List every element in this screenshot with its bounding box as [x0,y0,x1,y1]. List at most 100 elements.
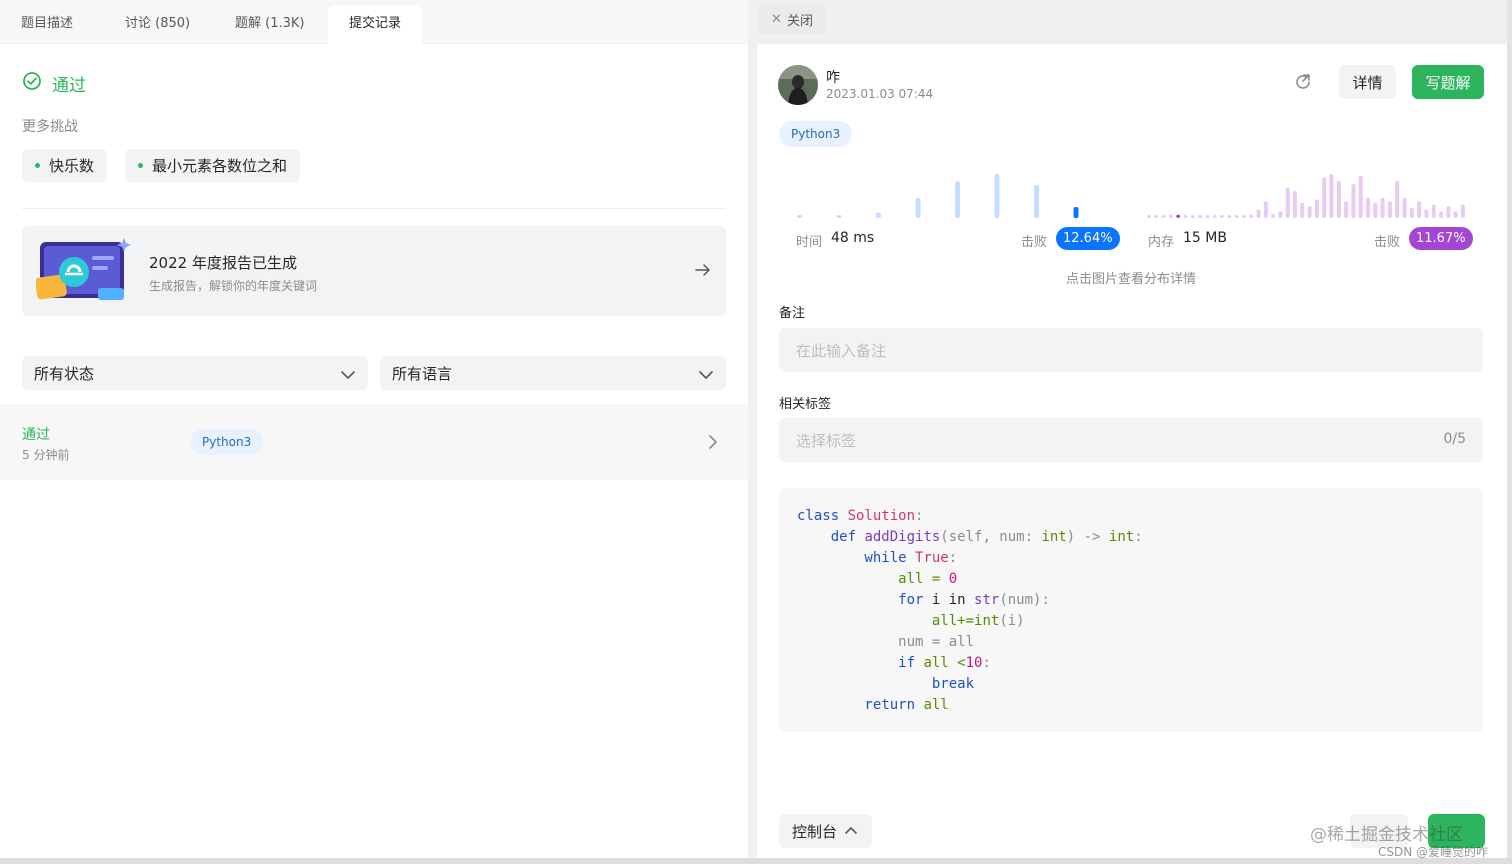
more-challenges-label: 更多挑战 [22,119,78,135]
submission-row[interactable]: 通过 5 分钟前 Python3 [0,404,748,480]
memory-label: 内存 [1148,235,1175,250]
tab-discussion[interactable]: 讨论 (850) [104,5,211,44]
code-line: break [931,676,975,692]
tags-select[interactable]: 选择标签 0/5 [779,418,1483,462]
chevron-down-icon [341,367,355,385]
watermark-juejin: @稀土掘金技术社区 [1310,825,1463,845]
histogram-bar [1227,215,1232,218]
tags-count: 0/5 [1443,431,1466,447]
histogram-bar [1351,184,1356,218]
histogram-bar [1161,215,1166,218]
histogram-bar [1329,174,1334,218]
chevron-down-icon [699,367,713,385]
histogram-bar [1395,180,1400,218]
histogram-bar [1373,202,1378,218]
histogram-bar [1446,206,1451,218]
bullet-dot [138,163,143,168]
histogram-bar [1176,214,1181,218]
code-line: if all <10: [797,655,991,671]
result-status-text: 通过 [52,75,86,96]
histogram-bar [1220,215,1224,218]
banner-subtitle: 生成报告，解锁你的年度关键词 [149,279,318,293]
histogram-bar [1322,177,1327,218]
divider [22,208,726,209]
share-icon[interactable] [1293,72,1313,96]
arrow-right-icon [694,261,712,283]
console-button[interactable]: 控制台 [779,814,872,848]
code-line: all+=int(i) [797,613,1025,629]
check-circle-icon [22,71,42,95]
annual-report-banner[interactable]: 2022 年度报告已生成 生成报告，解锁你的年度关键词 [22,226,726,316]
language-filter-select[interactable]: 所有语言 [380,356,726,390]
histogram-bar [1314,199,1319,218]
histogram-bar [1387,201,1392,218]
challenge-chip-2[interactable]: 最小元素各数位之和 [125,149,301,182]
histogram-bar [1271,213,1276,218]
histogram-bar [955,181,960,218]
challenge-chip-label: 快乐数 [49,157,95,175]
close-label: 关闭 [786,14,813,29]
histogram-bar [1336,180,1341,218]
note-placeholder: 在此输入备注 [796,341,887,360]
runtime-beat-label: 击败 [1021,235,1048,250]
distribution-hint[interactable]: 点击图片查看分布详情 [1066,268,1196,287]
runtime-value: 48 ms [831,230,875,246]
status-filter-value: 所有状态 [34,364,95,383]
histogram-bar [1212,215,1217,218]
histogram-bar [1439,211,1443,218]
banner-title: 2022 年度报告已生成 [149,254,297,272]
report-illustration [35,236,132,306]
runtime-label: 时间 [796,235,823,250]
close-icon: ✕ [771,12,782,27]
histogram-bar [836,215,842,218]
histogram-bar [1241,215,1246,218]
histogram-bar [1205,215,1210,218]
bottom-strip [0,858,1512,864]
status-filter-select[interactable]: 所有状态 [22,356,368,390]
tab-submissions[interactable]: 提交记录 [328,5,423,44]
avatar[interactable] [778,65,818,105]
histogram-bar [1380,197,1385,218]
bullet-dot [35,163,40,168]
histogram-bar [1453,211,1458,218]
histogram-bar [1263,201,1268,218]
submission-time: 5 分钟前 [22,448,70,462]
histogram-bar [1154,215,1159,218]
tab-description[interactable]: 题目描述 [0,5,94,44]
note-input[interactable]: 在此输入备注 [779,328,1483,372]
memory-beat-badge: 11.67% [1409,227,1473,250]
challenge-chip-1[interactable]: 快乐数 [22,149,108,182]
histogram-bar [1344,201,1349,218]
tab-solutions[interactable]: 题解 (1.3K) [214,5,325,44]
runtime-beat-badge: 12.64% [1056,227,1120,250]
histogram-bar [797,215,802,218]
chevron-up-icon [845,822,857,840]
code-block[interactable]: class Solution: def addDigits(self, num:… [779,488,1483,732]
histogram-bar [1293,190,1297,218]
memory-histogram[interactable] [1147,168,1469,220]
username[interactable]: 咋 [826,67,840,87]
histogram-bar [1234,215,1239,218]
detail-button[interactable]: 详情 [1339,65,1396,99]
tags-label: 相关标签 [779,397,832,412]
panel-splitter[interactable] [748,44,757,858]
histogram-bar [1431,204,1436,218]
close-button[interactable]: ✕ 关闭 [758,5,826,34]
histogram-bar [1249,214,1254,218]
histogram-bar [1300,202,1305,218]
memory-beat-label: 击败 [1374,235,1401,250]
write-solution-button[interactable]: 写题解 [1412,65,1484,99]
submission-detail-panel: 咋 2023.01.03 07:44 详情 写题解 Python3 时间 48 … [757,44,1507,858]
histogram-bar [1278,211,1283,218]
submission-language-badge: Python3 [190,429,264,455]
histogram-bar [1424,209,1429,218]
left-panel: 题目描述 讨论 (850) 题解 (1.3K) 提交记录 通过 更多挑战 快乐数… [0,0,748,858]
histogram-bar [915,197,921,218]
histogram-bar [1285,187,1290,218]
runtime-histogram[interactable] [797,168,1117,220]
scrollbar[interactable] [1507,0,1512,858]
challenge-chip-label: 最小元素各数位之和 [152,157,288,175]
histogram-bar [1147,215,1151,218]
histogram-bar [1307,206,1312,218]
histogram-bar [1358,175,1363,218]
